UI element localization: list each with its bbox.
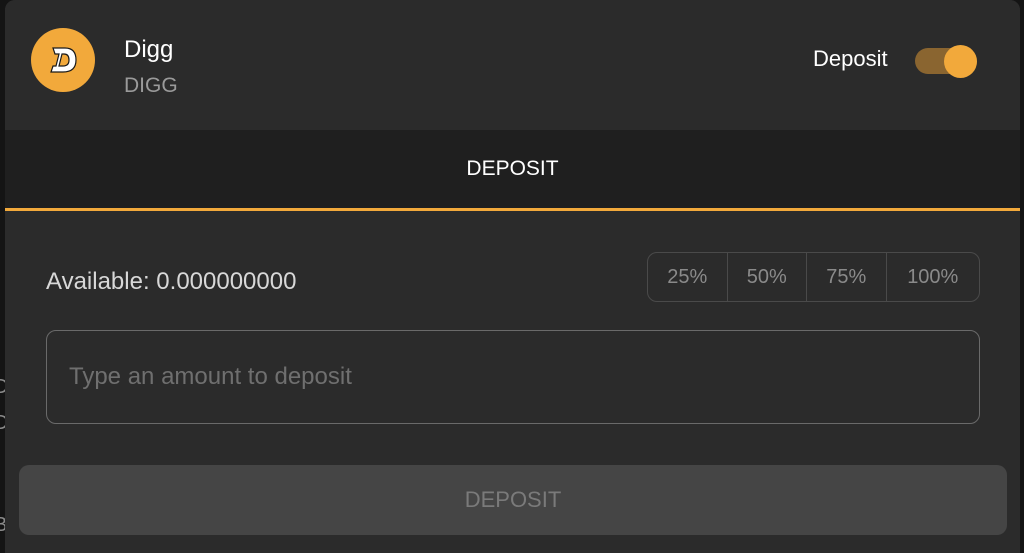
token-symbol: DIGG <box>124 74 178 97</box>
deposit-modal: Digg DIGG Deposit DEPOSIT Available: 0.0… <box>5 0 1020 553</box>
modal-header: Digg DIGG Deposit <box>5 0 1020 130</box>
percent-75-button[interactable]: 75% <box>807 253 887 301</box>
toggle-label: Deposit <box>813 46 888 71</box>
digg-logo-glyph <box>50 47 77 73</box>
tab-deposit[interactable]: DEPOSIT <box>5 130 1020 208</box>
amount-input[interactable] <box>46 330 980 424</box>
toggle-thumb[interactable] <box>944 45 977 78</box>
digg-coin-icon <box>31 28 95 92</box>
deposit-toggle[interactable] <box>915 45 977 78</box>
deposit-submit-button[interactable]: DEPOSIT <box>19 465 1007 535</box>
tab-bar: DEPOSIT <box>5 130 1020 211</box>
percent-25-button[interactable]: 25% <box>648 253 728 301</box>
percent-50-button[interactable]: 50% <box>728 253 808 301</box>
percent-button-group: 25% 50% 75% 100% <box>647 252 980 302</box>
available-balance: Available: 0.000000000 <box>46 268 297 295</box>
percent-100-button[interactable]: 100% <box>887 253 979 301</box>
token-name: Digg <box>124 36 174 63</box>
